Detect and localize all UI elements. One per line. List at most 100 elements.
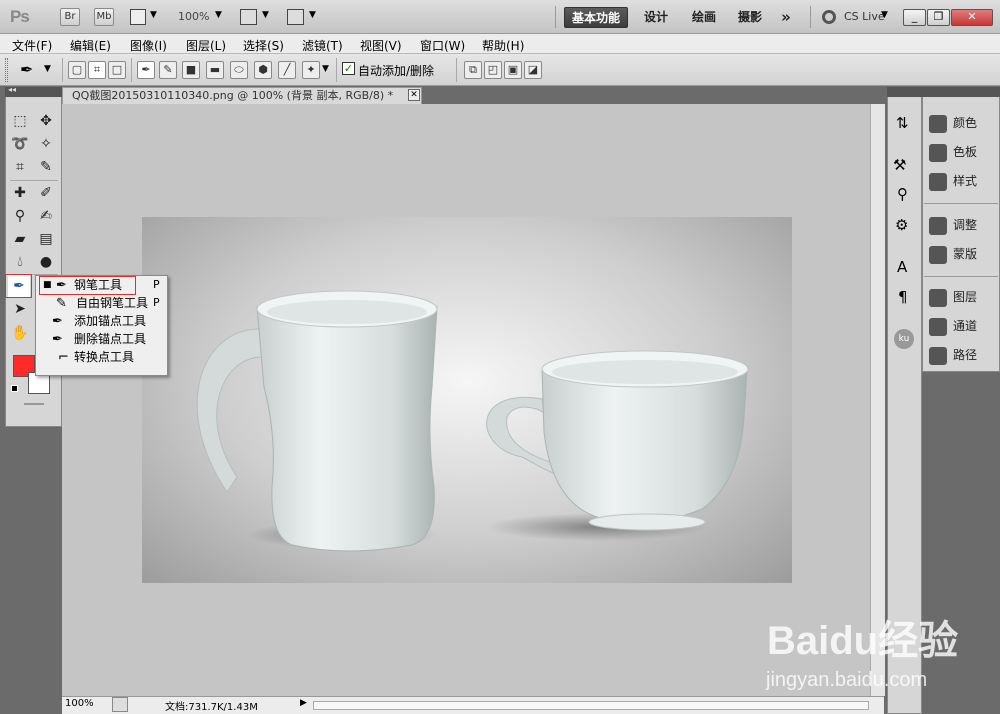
chevron-down-icon[interactable]: ▼	[322, 64, 329, 74]
flyout-item-delete-anchor[interactable]: 删除锚点工具	[74, 330, 196, 348]
cs-live-button[interactable]: CS Live	[844, 10, 885, 23]
dock-header[interactable]	[922, 87, 1000, 97]
panel-paths[interactable]: 路径	[929, 346, 977, 365]
blur-tool-icon[interactable]: 💧︎	[9, 251, 31, 273]
dodge-tool-icon[interactable]: ●	[35, 251, 57, 273]
rectangle-tool-icon[interactable]: ■	[182, 61, 200, 79]
tool-presets-icon[interactable]: ⚙	[895, 216, 908, 234]
panel-channels[interactable]: 通道	[929, 317, 977, 336]
panel-styles[interactable]: 样式	[929, 172, 977, 191]
pen-tool-icon[interactable]: ✒	[137, 61, 155, 79]
custom-shape-icon[interactable]: ✦	[302, 61, 320, 79]
hand-tool-icon[interactable]: ✋	[9, 322, 31, 344]
eraser-tool-icon[interactable]: ▰	[9, 228, 31, 250]
workspace-essentials[interactable]: 基本功能	[564, 7, 628, 28]
menu-help[interactable]: 帮助(H)	[482, 37, 524, 54]
history-panel-icon[interactable]: ⇅	[896, 114, 909, 132]
path-exclude-icon[interactable]: ◪	[524, 61, 542, 79]
history-brush-icon[interactable]: ✍	[35, 205, 57, 227]
chevron-down-icon[interactable]: ▼	[309, 10, 316, 20]
path-selection-icon[interactable]: ➤	[9, 298, 31, 320]
path-subtract-icon[interactable]: ◰	[484, 61, 502, 79]
document-canvas-image[interactable]	[142, 217, 792, 583]
gradient-tool-icon[interactable]: ▤	[35, 228, 57, 250]
more-workspaces-button[interactable]: »	[774, 7, 798, 28]
chevron-down-icon[interactable]: ▼	[215, 10, 222, 20]
menu-image[interactable]: 图像(I)	[130, 37, 167, 54]
default-colors-icon[interactable]	[11, 385, 18, 392]
menu-file[interactable]: 文件(F)	[12, 37, 52, 54]
arrange-documents-icon[interactable]	[240, 9, 257, 25]
document-tab[interactable]: QQ截图20150310110340.png @ 100% (背景 副本, RG…	[62, 87, 422, 104]
chevron-down-icon[interactable]: ▼	[150, 10, 157, 20]
panel-swatches[interactable]: 色板	[929, 143, 977, 162]
screen-mode-icon[interactable]	[287, 9, 304, 25]
move-tool-icon[interactable]: ✥	[35, 110, 57, 132]
flyout-item-convert-point[interactable]: 转换点工具	[74, 348, 196, 366]
workspace-painting[interactable]: 绘画	[684, 7, 724, 28]
menu-filter[interactable]: 滤镜(T)	[302, 37, 343, 54]
quick-mask-icon[interactable]	[24, 403, 44, 405]
minimize-button[interactable]: _	[903, 9, 926, 26]
clone-stamp-icon[interactable]: ⚲	[9, 205, 31, 227]
paths-icon	[929, 346, 947, 365]
status-zoom[interactable]: 100%	[65, 698, 94, 709]
workspace-photography[interactable]: 摄影	[732, 7, 768, 28]
status-info-icon[interactable]	[112, 697, 128, 712]
flyout-item-add-anchor[interactable]: 添加锚点工具	[74, 312, 196, 330]
panel-adjustments[interactable]: 调整	[929, 216, 977, 235]
pen-tool-preset-icon[interactable]: ✒	[20, 60, 33, 79]
kuler-icon[interactable]: ku	[894, 329, 914, 349]
shape-layers-icon[interactable]: ▢	[68, 61, 86, 79]
cs-live-icon[interactable]	[822, 10, 836, 24]
menu-window[interactable]: 窗口(W)	[420, 37, 465, 54]
horizontal-scrollbar[interactable]	[313, 701, 869, 710]
line-tool-icon[interactable]: ╱	[278, 61, 296, 79]
menu-edit[interactable]: 编辑(E)	[70, 37, 111, 54]
zoom-level[interactable]: 100%	[178, 10, 209, 23]
polygon-tool-icon[interactable]: ⬢	[254, 61, 272, 79]
magic-wand-icon[interactable]: ✧	[35, 133, 57, 155]
panel-masks[interactable]: 蒙版	[929, 245, 977, 264]
menu-select[interactable]: 选择(S)	[243, 37, 284, 54]
close-document-icon[interactable]: ✕	[408, 89, 420, 101]
panel-layers[interactable]: 图层	[929, 288, 977, 307]
view-extras-icon[interactable]	[130, 9, 146, 25]
brush-tool-icon[interactable]: ✐	[35, 182, 57, 204]
path-intersect-icon[interactable]: ▣	[504, 61, 522, 79]
flyout-item-freeform-pen[interactable]: 自由钢笔工具	[76, 294, 198, 312]
rounded-rectangle-icon[interactable]: ▬	[206, 61, 224, 79]
chevron-down-icon[interactable]: ▼	[44, 64, 51, 74]
status-menu-arrow-icon[interactable]: ▶	[300, 698, 307, 708]
paths-icon[interactable]: ⌗	[88, 61, 106, 79]
mugs-illustration	[196, 290, 749, 552]
flyout-item-pen[interactable]: 钢笔工具	[74, 276, 196, 294]
lasso-tool-icon[interactable]: ➰	[9, 133, 31, 155]
panel-color[interactable]: 颜色	[929, 114, 977, 133]
paragraph-panel-icon[interactable]: ¶	[898, 288, 908, 306]
restore-button[interactable]: ❐	[927, 9, 950, 26]
ellipse-tool-icon[interactable]: ⬭	[230, 61, 248, 79]
workspace-design[interactable]: 设计	[636, 7, 676, 28]
toolbox-header[interactable]: ◂◂	[5, 85, 62, 97]
mini-bridge-button[interactable]: Mb	[94, 8, 114, 26]
divider	[555, 6, 556, 28]
marquee-tool-icon[interactable]: ⬚	[9, 110, 31, 132]
dock-header[interactable]	[887, 87, 922, 97]
healing-brush-icon[interactable]: ✚	[9, 182, 31, 204]
clone-source-icon[interactable]: ⚲	[897, 185, 908, 203]
menu-layer[interactable]: 图层(L)	[186, 37, 226, 54]
freeform-pen-icon[interactable]: ✎	[159, 61, 177, 79]
close-button[interactable]: ✕	[951, 9, 993, 26]
auto-add-delete-checkbox[interactable]: ✓	[342, 62, 355, 75]
path-combine-icon[interactable]: ⧉	[464, 61, 482, 79]
bridge-button[interactable]: Br	[60, 8, 80, 26]
chevron-down-icon[interactable]: ▼	[881, 10, 888, 20]
menu-view[interactable]: 视图(V)	[360, 37, 402, 54]
brushes-panel-icon[interactable]: ⚒	[893, 156, 906, 174]
chevron-down-icon[interactable]: ▼	[262, 10, 269, 20]
eyedropper-icon[interactable]: ✎	[35, 156, 57, 178]
fill-pixels-icon[interactable]: □	[108, 61, 126, 79]
character-panel-icon[interactable]: A	[897, 258, 907, 276]
crop-tool-icon[interactable]: ⌗	[9, 156, 31, 178]
